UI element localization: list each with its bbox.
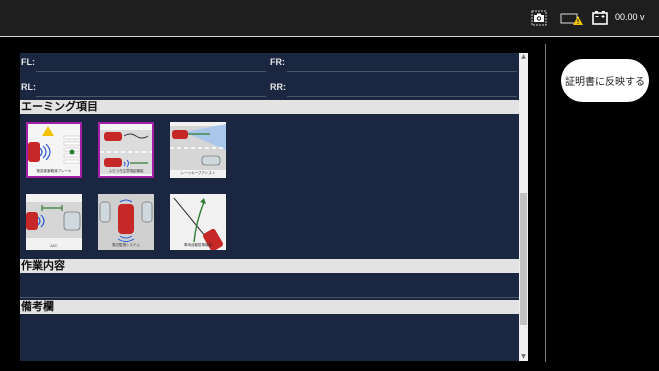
header-divider [0,36,659,37]
voltage-readout: 00.00 v [615,12,645,22]
aiming-section-title: エーミング項目 [20,100,519,114]
aiming-item-collision-brake[interactable]: 衝突被害軽減ブレーキ [26,122,82,178]
tire-field-fl[interactable] [36,71,266,72]
tile-caption: 車両自動駐車機能 [184,243,212,247]
aiming-item-drift-warning[interactable]: ふらつき注意喚起機能 [98,122,154,178]
tire-field-fr[interactable] [287,71,517,72]
battery-warning-icon[interactable] [560,10,584,30]
tile-caption: 衝突被害軽減ブレーキ [36,169,72,173]
tile-caption: ふらつき注意喚起機能 [108,169,144,173]
aiming-item-surround-view[interactable]: 周辺監視システム [98,194,154,250]
tire-label-fr: FR: [270,57,285,67]
notes-section-title: 備考欄 [20,300,519,314]
sidebar-divider [545,44,546,362]
tire-label-rr: RR: [270,82,286,92]
aiming-item-auto-parking[interactable]: 車両自動駐車機能 [170,194,226,250]
lane-keep-icon [170,122,226,178]
work-section-title: 作業内容 [20,259,519,273]
surround-view-icon [98,194,154,250]
camera-icon[interactable] [531,10,547,30]
scroll-down-arrow-icon[interactable]: ▼ [519,353,528,361]
tile-caption: レーンキープアシスト [180,171,216,175]
tire-field-rl[interactable] [36,96,266,97]
tile-caption: ACC [50,244,58,248]
status-bar: 00.00 v [0,0,659,36]
aiming-item-acc[interactable]: ACC [26,194,82,250]
apply-to-certificate-button[interactable]: 証明書に反映する [561,59,649,102]
acc-icon [26,194,82,250]
battery-icon[interactable] [592,10,608,30]
scroll-up-arrow-icon[interactable]: ▲ [519,53,528,61]
aiming-item-lane-keep[interactable]: レーンキープアシスト [170,122,226,178]
work-content-field[interactable] [20,273,519,298]
tire-label-fl: FL: [21,57,35,67]
tire-label-rl: RL: [21,82,36,92]
tile-caption: 周辺監視システム [112,243,140,247]
tire-field-rr[interactable] [287,96,517,97]
notes-field[interactable] [20,314,519,360]
scrollbar-thumb[interactable] [520,193,527,325]
auto-parking-icon [170,194,226,250]
scrollbar[interactable]: ▲ ▼ [519,53,528,361]
